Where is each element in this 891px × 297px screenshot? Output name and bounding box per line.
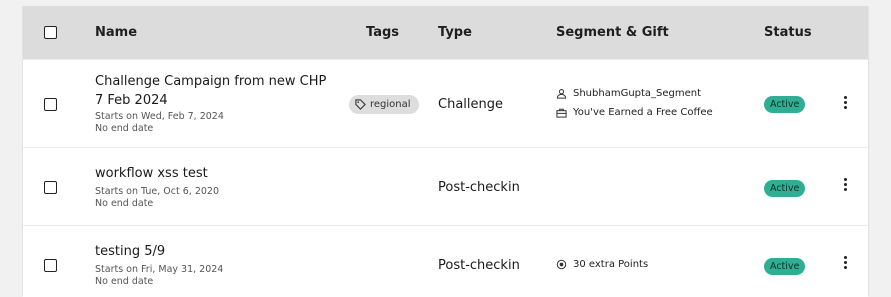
campaign-type: Challenge <box>438 97 503 112</box>
header-segment-gift[interactable]: Segment & Gift <box>556 25 669 40</box>
points-label: 30 extra Points <box>573 259 649 270</box>
row-checkbox[interactable] <box>44 98 57 111</box>
campaign-start-date: Starts on Tue, Oct 6, 2020 <box>95 186 220 197</box>
campaign-title[interactable]: testing 5/9 <box>95 242 335 261</box>
table-row[interactable]: workflow xss test Starts on Tue, Oct 6, … <box>23 147 868 226</box>
tag-chip[interactable]: regional <box>349 95 419 114</box>
gift-item: You've Earned a Free Coffee <box>556 107 713 118</box>
kebab-menu-icon[interactable] <box>841 256 849 270</box>
tag-icon <box>355 99 366 110</box>
row-checkbox[interactable] <box>44 259 57 272</box>
campaign-type: Post-checkin <box>438 258 520 273</box>
campaign-type: Post-checkin <box>438 180 520 195</box>
segment-item: ShubhamGupta_Segment <box>556 88 701 99</box>
kebab-menu-icon[interactable] <box>841 178 849 192</box>
header-status[interactable]: Status <box>764 25 812 40</box>
points-icon <box>556 259 567 270</box>
kebab-menu-icon[interactable] <box>841 96 849 110</box>
status-badge: Active <box>764 258 806 275</box>
gift-label: You've Earned a Free Coffee <box>573 107 713 118</box>
tag-label: regional <box>370 99 411 110</box>
campaign-title[interactable]: Challenge Campaign from new CHP 7 Feb 20… <box>95 72 335 110</box>
campaign-start-date: Starts on Wed, Feb 7, 2024 <box>95 111 224 122</box>
points-item: 30 extra Points <box>556 259 648 270</box>
campaign-end-date: No end date <box>95 276 154 287</box>
gift-icon <box>556 108 567 118</box>
table-row[interactable]: Challenge Campaign from new CHP 7 Feb 20… <box>23 59 868 148</box>
header-name[interactable]: Name <box>95 25 137 40</box>
campaign-end-date: No end date <box>95 198 154 209</box>
table-header: Name Tags Type Segment & Gift Status <box>23 6 868 59</box>
header-tags[interactable]: Tags <box>366 25 399 40</box>
segment-label: ShubhamGupta_Segment <box>573 88 702 99</box>
campaign-end-date: No end date <box>95 123 154 134</box>
row-checkbox[interactable] <box>44 181 57 194</box>
select-all-checkbox[interactable] <box>44 26 57 39</box>
campaign-table: Name Tags Type Segment & Gift Status Cha… <box>22 6 869 297</box>
campaign-title[interactable]: workflow xss test <box>95 164 335 183</box>
status-badge: Active <box>764 96 806 113</box>
status-badge: Active <box>764 180 806 197</box>
header-type[interactable]: Type <box>438 25 472 40</box>
table-row[interactable]: testing 5/9 Starts on Fri, May 31, 2024 … <box>23 225 868 297</box>
user-icon <box>556 89 567 99</box>
campaign-start-date: Starts on Fri, May 31, 2024 <box>95 264 224 275</box>
